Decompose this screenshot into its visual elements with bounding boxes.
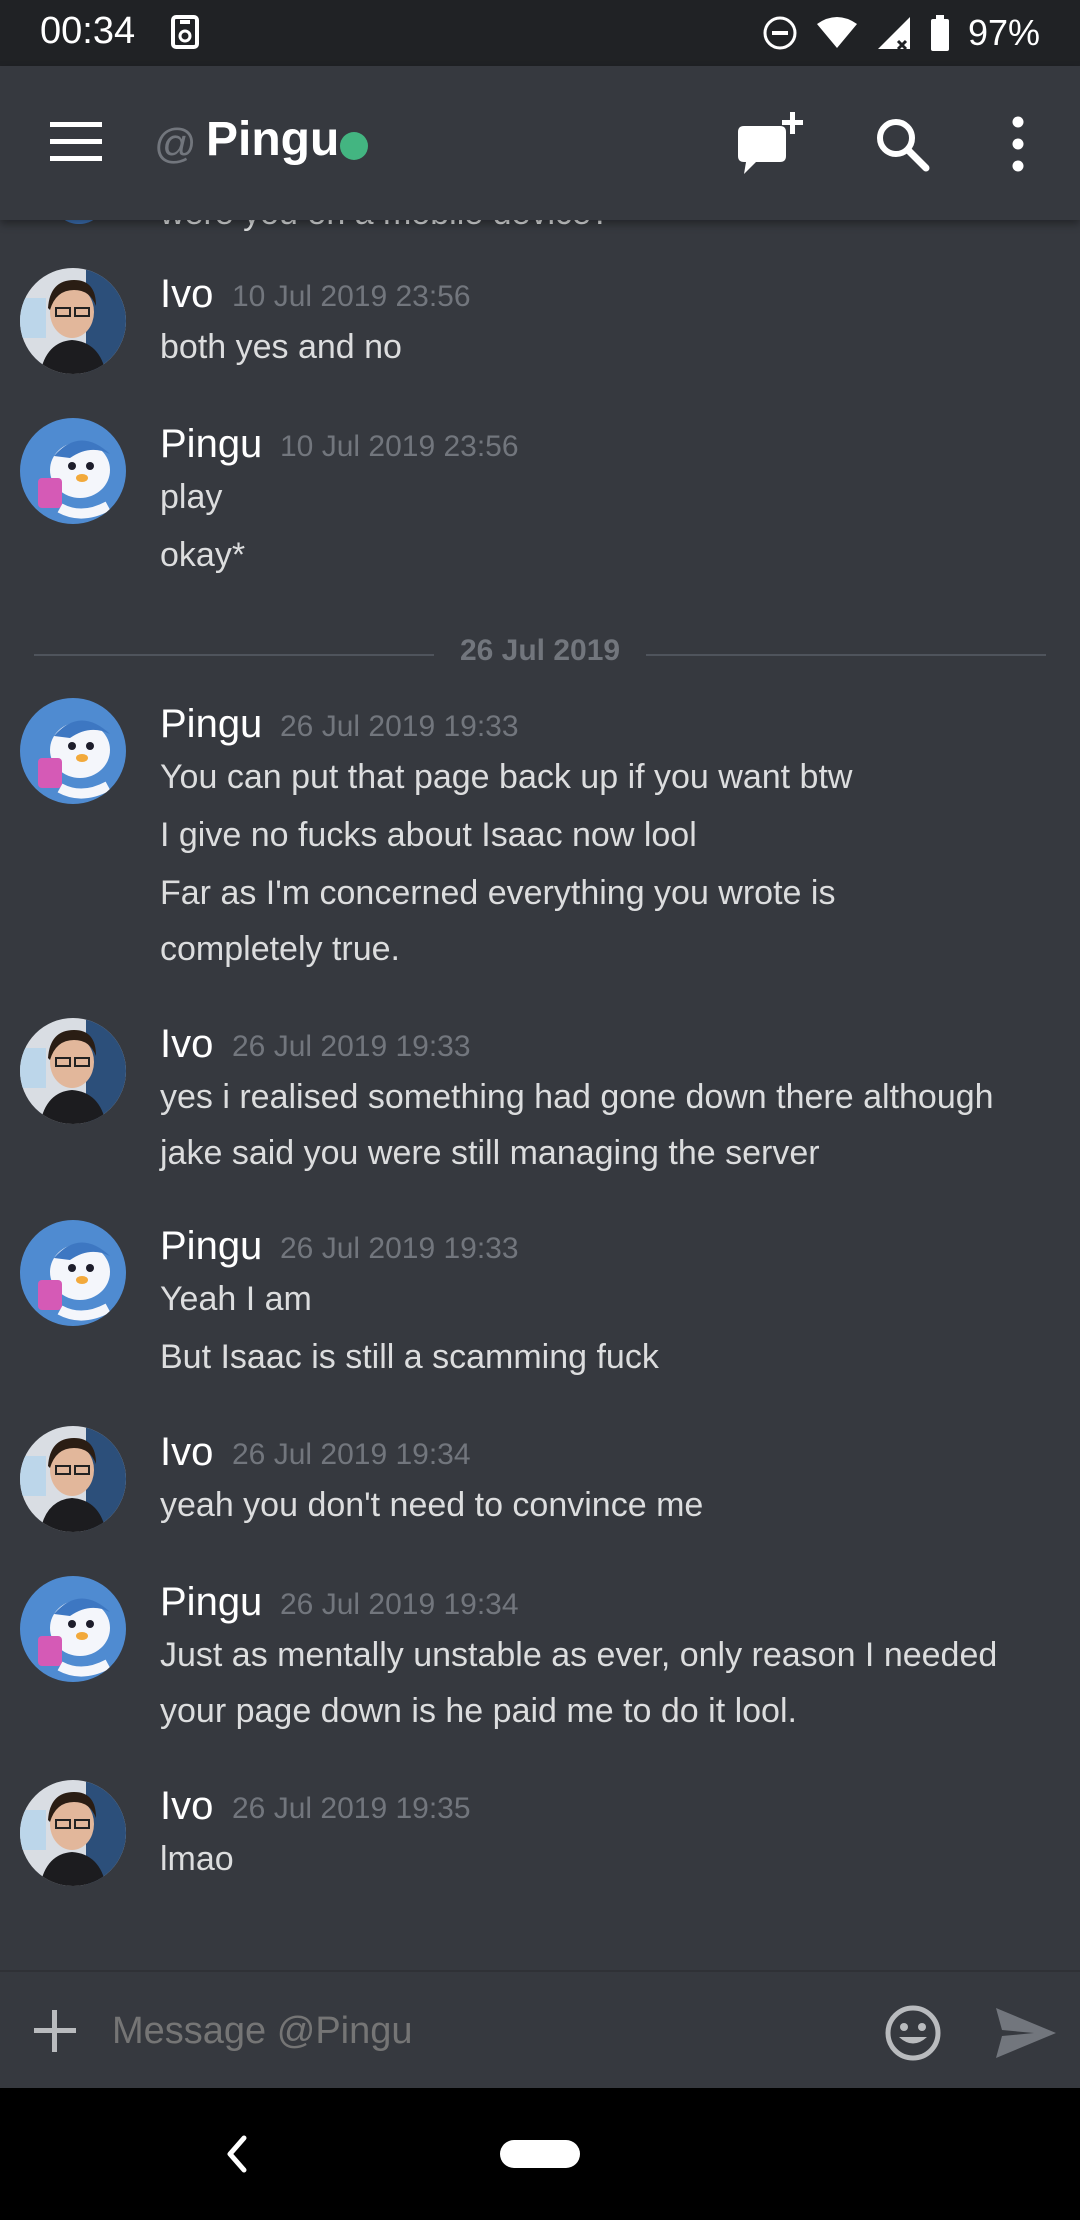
avatar[interactable]	[20, 418, 126, 524]
message-timestamp: 26 Jul 2019 19:34	[232, 1438, 471, 1471]
message-line: okay*	[160, 536, 246, 574]
send-icon[interactable]	[994, 2006, 1058, 2060]
cell-signal-icon	[877, 17, 910, 51]
message-author[interactable]: Ivo	[160, 272, 213, 317]
back-icon[interactable]	[222, 2134, 252, 2174]
message-timestamp: 10 Jul 2019 23:56	[280, 430, 519, 463]
message-timestamp: 26 Jul 2019 19:33	[280, 710, 519, 743]
system-nav-bar	[0, 2088, 1080, 2220]
channel-header: @ Pingu	[0, 66, 1080, 220]
message-author[interactable]: Ivo	[160, 1430, 213, 1475]
message-timestamp: 26 Jul 2019 19:33	[280, 1232, 519, 1265]
avatar[interactable]	[20, 1576, 126, 1682]
avatar[interactable]	[20, 1220, 126, 1326]
storage-icon	[171, 15, 199, 49]
message-line: Far as I'm concerned everything you wrot…	[160, 874, 836, 912]
date-divider: 26 Jul 2019	[34, 634, 1046, 674]
status-bar: 00:34 97%	[0, 0, 1080, 66]
message-timestamp: 26 Jul 2019 19:34	[280, 1588, 519, 1621]
message-input[interactable]	[110, 2000, 854, 2062]
avatar[interactable]	[20, 1426, 126, 1532]
message-line: Yeah I am	[160, 1280, 312, 1318]
home-pill-icon[interactable]	[500, 2140, 580, 2168]
status-time: 00:34	[40, 10, 136, 52]
divider-date: 26 Jul 2019	[459, 634, 621, 667]
avatar[interactable]	[20, 698, 126, 804]
at-symbol: @	[154, 120, 197, 167]
message-line: lmao	[160, 1840, 234, 1878]
message-line: yeah you don't need to convince me	[160, 1486, 704, 1524]
battery-percent: 97%	[967, 12, 1040, 53]
more-options-icon[interactable]	[1002, 114, 1034, 174]
do-not-disturb-icon	[763, 16, 797, 50]
emoji-icon[interactable]	[884, 2004, 942, 2062]
message-timestamp: 26 Jul 2019 19:35	[232, 1792, 471, 1825]
message-timestamp: 10 Jul 2019 23:56	[232, 280, 471, 313]
message-line: You can put that page back up if you wan…	[160, 758, 853, 796]
message-author[interactable]: Pingu	[160, 1580, 262, 1625]
channel-title[interactable]: Pingu	[206, 112, 339, 167]
search-icon[interactable]	[874, 116, 930, 172]
message-composer	[0, 1970, 1080, 2090]
hamburger-menu-icon[interactable]	[50, 122, 102, 162]
message-author[interactable]: Ivo	[160, 1784, 213, 1829]
message-list[interactable]: were you on a mobile device? Ivo 10 Jul …	[0, 220, 1080, 1970]
avatar[interactable]	[20, 268, 126, 374]
message-line: jake said you were still managing the se…	[160, 1134, 820, 1172]
message-line: play	[160, 478, 223, 516]
message-line: completely true.	[160, 930, 400, 968]
message-author[interactable]: Pingu	[160, 702, 262, 747]
wifi-icon	[816, 17, 857, 48]
message-line: were you on a mobile device?	[160, 220, 610, 233]
message-author[interactable]: Pingu	[160, 422, 262, 467]
add-attachment-icon[interactable]	[34, 2010, 76, 2052]
message-line: Just as mentally unstable as ever, only …	[160, 1636, 998, 1674]
message-line: both yes and no	[160, 328, 402, 366]
online-status-indicator	[340, 132, 368, 160]
message-line: your page down is he paid me to do it lo…	[160, 1692, 797, 1730]
message-author[interactable]: Pingu	[160, 1224, 262, 1269]
message-line: yes i realised something had gone down t…	[160, 1078, 994, 1116]
avatar	[54, 220, 104, 224]
new-dm-icon[interactable]	[734, 110, 806, 182]
battery-icon	[930, 15, 949, 51]
status-right-icons: 97%	[762, 10, 1040, 56]
avatar[interactable]	[20, 1780, 126, 1886]
message-line: I give no fucks about Isaac now lool	[160, 816, 697, 854]
message-timestamp: 26 Jul 2019 19:33	[232, 1030, 471, 1063]
message-line: But Isaac is still a scamming fuck	[160, 1338, 659, 1376]
avatar[interactable]	[20, 1018, 126, 1124]
message-author[interactable]: Ivo	[160, 1022, 213, 1067]
